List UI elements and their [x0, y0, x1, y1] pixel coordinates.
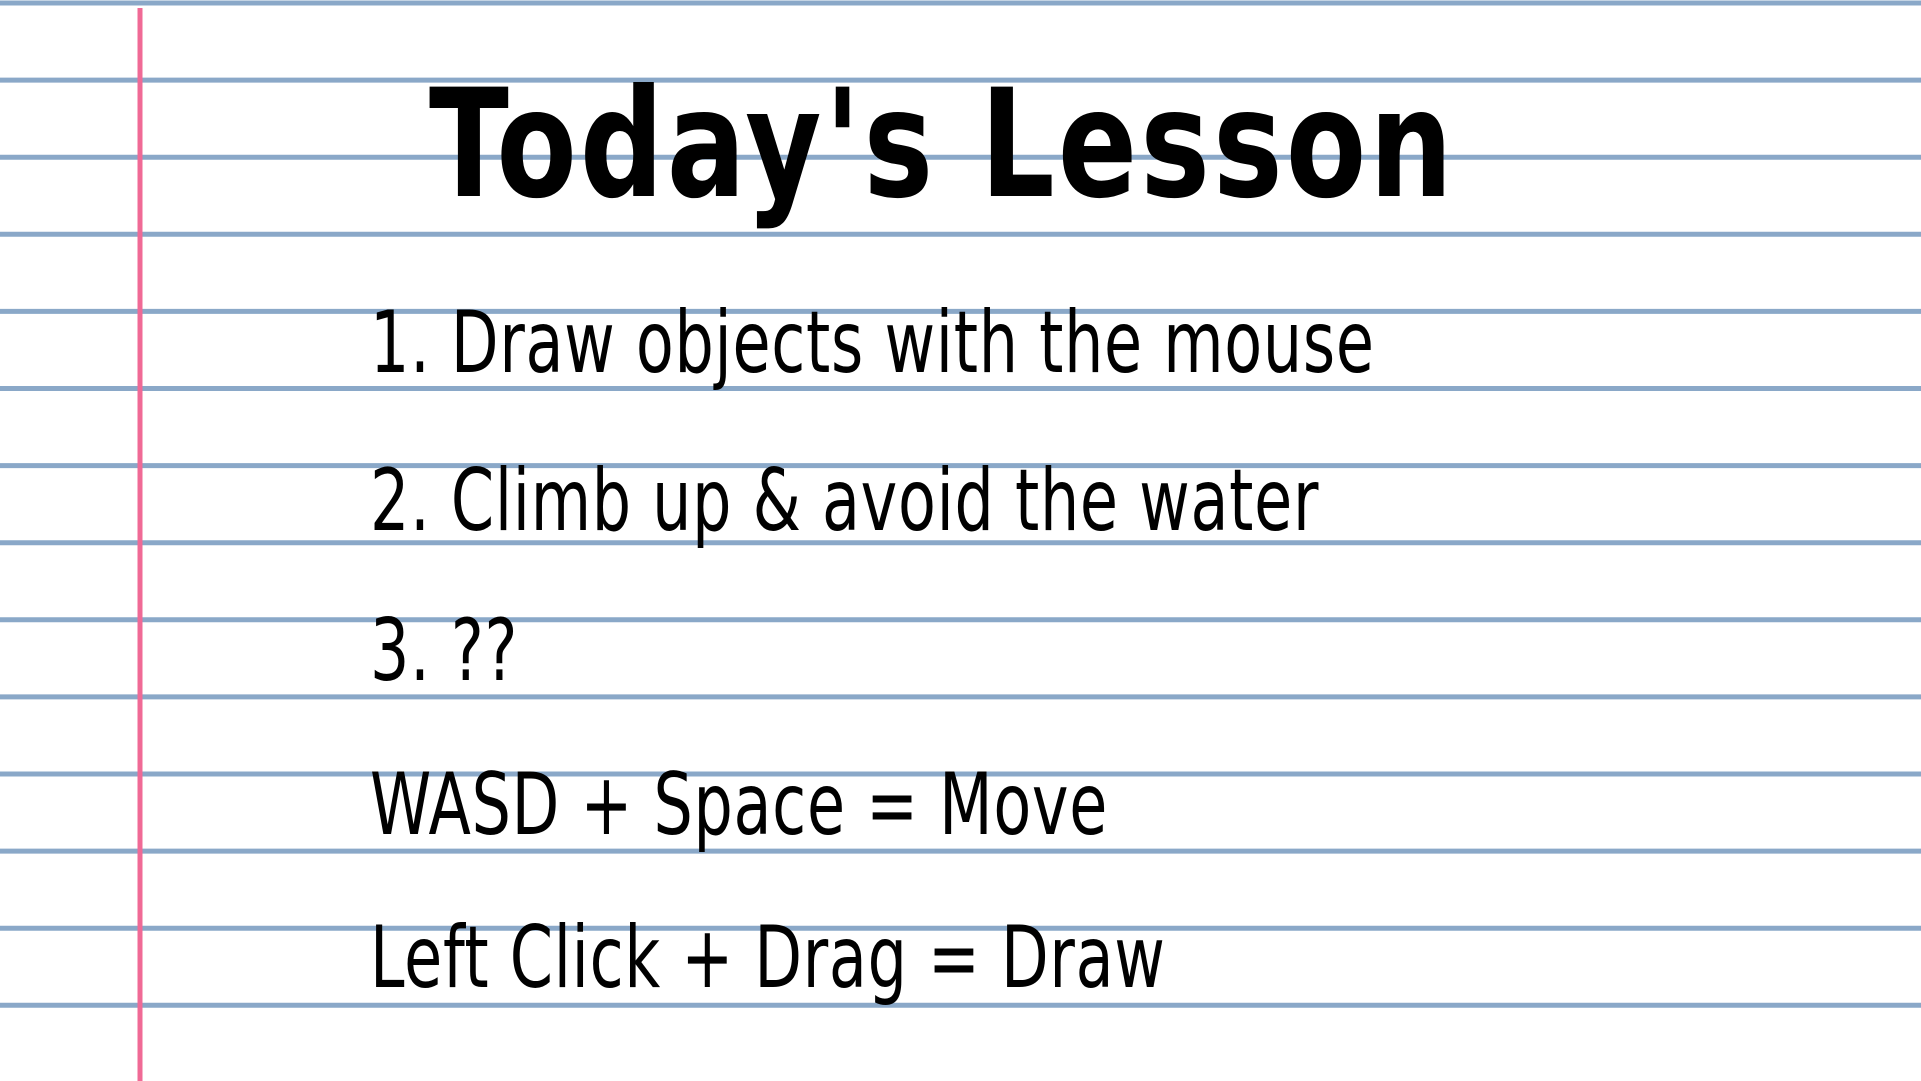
- lesson-item-climb-up: 2. Climb up & avoid the water: [370, 451, 1320, 551]
- draw-controls-hint: Left Click + Drag = Draw: [370, 908, 1166, 1008]
- lesson-item-draw-objects: 1. Draw objects with the mouse: [370, 293, 1375, 393]
- lesson-title: Today's Lesson: [429, 58, 1456, 232]
- lesson-notebook-page: Today's Lesson 1. Draw objects with the …: [0, 0, 1921, 1081]
- lesson-item-unknown: 3. ??: [370, 601, 519, 701]
- move-controls-hint: WASD + Space = Move: [370, 755, 1109, 855]
